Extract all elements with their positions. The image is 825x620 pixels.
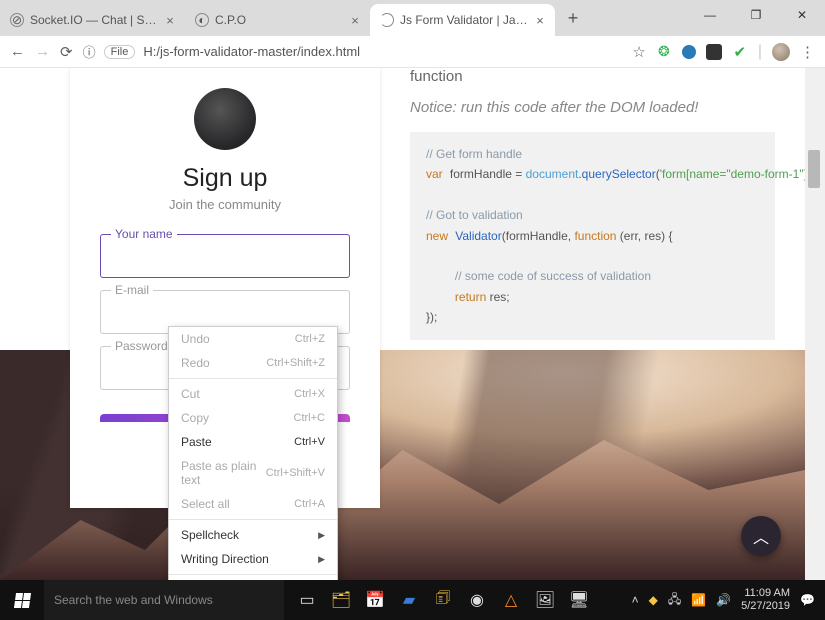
ctx-copy[interactable]: CopyCtrl+C (169, 406, 337, 430)
tab-socketio[interactable]: ⊘ Socket.IO — Chat | Socket.IO × (0, 4, 185, 36)
forward-button[interactable]: → (35, 43, 50, 60)
chevron-up-icon: ︿ (753, 524, 769, 548)
clock-time: 11:09 AM (741, 587, 790, 600)
tab-title: C.P.O (215, 13, 344, 27)
tray-security-icon[interactable]: ◆ (649, 593, 658, 607)
calendar-icon[interactable]: 📅 (360, 580, 390, 620)
page-viewport: function Notice: run this code after the… (0, 68, 805, 580)
block-icon: ⊘ (10, 13, 24, 27)
chrome-icon[interactable]: ◉ (462, 580, 492, 620)
address-bar: ← → ⟳ ⓘ File H:/js-form-validator-master… (0, 36, 825, 68)
chevron-right-icon: ▶ (318, 530, 325, 541)
ctx-separator (169, 519, 337, 520)
scrollbar-thumb[interactable] (808, 150, 820, 188)
ctx-paste-plain[interactable]: Paste as plain textCtrl+Shift+V (169, 454, 337, 492)
doc-panel: function Notice: run this code after the… (400, 68, 805, 340)
globe-icon: ◐ (195, 13, 209, 27)
start-button[interactable] (0, 580, 44, 620)
powershell-icon[interactable]: ▰ (394, 580, 424, 620)
ctx-separator (169, 378, 337, 379)
extension-icon[interactable]: ✔ (732, 44, 748, 60)
close-icon[interactable]: × (533, 13, 547, 27)
ctx-cut[interactable]: CutCtrl+X (169, 382, 337, 406)
windows-logo-icon (13, 593, 30, 608)
loading-spinner-icon (380, 13, 394, 27)
url-bar[interactable]: ⓘ File H:/js-form-validator-master/index… (83, 42, 623, 61)
close-icon[interactable]: × (348, 13, 362, 27)
close-icon[interactable]: × (163, 13, 177, 27)
info-icon[interactable]: ⓘ (83, 42, 96, 61)
context-menu: UndoCtrl+Z RedoCtrl+Shift+Z CutCtrl+X Co… (168, 326, 338, 580)
taskbar-apps: ▭ 🗂 📅 ▰ 🗊 ◉ △ 🖼 🖥 (292, 580, 594, 620)
scroll-to-top-button[interactable]: ︿ (741, 516, 781, 556)
system-tray: ˄ ◆ 🖧 📶 🔊 11:09 AM 5/27/2019 💬 (632, 580, 825, 620)
doc-notice: Notice: run this code after the DOM load… (410, 99, 775, 116)
tab-cpo[interactable]: ◐ C.P.O × (185, 4, 370, 36)
ctx-writing-direction[interactable]: Writing Direction▶ (169, 547, 337, 571)
vlc-icon[interactable]: △ (496, 580, 526, 620)
doc-line: function (410, 68, 775, 85)
tray-network-icon[interactable]: 🖧 (668, 590, 681, 611)
code-block: // Get form handle var formHandle = docu… (410, 132, 775, 340)
browser-title-bar: ⊘ Socket.IO — Chat | Socket.IO × ◐ C.P.O… (0, 0, 825, 36)
extension-icon[interactable] (682, 45, 696, 59)
avatar-placeholder (194, 88, 256, 150)
ctx-select-all[interactable]: Select allCtrl+A (169, 492, 337, 516)
ctx-separator (169, 574, 337, 575)
url-text: H:/js-form-validator-master/index.html (143, 44, 360, 59)
ctx-spellcheck[interactable]: Spellcheck▶ (169, 523, 337, 547)
tray-wifi-icon[interactable]: 📶 (691, 593, 706, 607)
window-minimize-button[interactable]: — (687, 0, 733, 30)
windows-taskbar: Search the web and Windows ▭ 🗂 📅 ▰ 🗊 ◉ △… (0, 580, 825, 620)
ctx-paste[interactable]: PasteCtrl+V (169, 430, 337, 454)
signup-heading: Sign up (100, 164, 350, 193)
extension-icon[interactable]: ❂ (656, 44, 672, 60)
taskbar-app-icon[interactable]: 🖥 (564, 580, 594, 620)
reload-button[interactable]: ⟳ (60, 43, 73, 61)
window-close-button[interactable]: ✕ (779, 0, 825, 30)
window-controls: — ❐ ✕ (687, 0, 825, 30)
profile-avatar[interactable] (772, 43, 790, 61)
ctx-undo[interactable]: UndoCtrl+Z (169, 327, 337, 351)
ctx-redo[interactable]: RedoCtrl+Shift+Z (169, 351, 337, 375)
extension-icon[interactable] (706, 44, 722, 60)
name-input[interactable] (101, 235, 349, 277)
tab-js-form-validator[interactable]: Js Form Validator | Javascript vali × (370, 4, 555, 36)
task-view-icon[interactable]: ▭ (292, 580, 322, 620)
url-scheme-chip: File (104, 45, 136, 59)
tab-title: Js Form Validator | Javascript vali (400, 13, 529, 27)
search-placeholder: Search the web and Windows (54, 593, 213, 607)
sticky-notes-icon[interactable]: 🗊 (428, 580, 458, 620)
chevron-right-icon: ▶ (318, 554, 325, 565)
menu-button[interactable]: ⋮ (800, 43, 815, 61)
tab-title: Socket.IO — Chat | Socket.IO (30, 13, 159, 27)
file-explorer-icon[interactable]: 🗂 (326, 580, 356, 620)
window-maximize-button[interactable]: ❐ (733, 0, 779, 30)
email-label: E-mail (111, 283, 153, 297)
signup-subtitle: Join the community (100, 197, 350, 212)
taskbar-app-icon[interactable]: 🖼 (530, 580, 560, 620)
name-field-wrapper: Your name (100, 234, 350, 278)
clock-date: 5/27/2019 (741, 600, 790, 613)
password-label: Password (111, 339, 172, 353)
taskbar-search[interactable]: Search the web and Windows (44, 580, 284, 620)
new-tab-button[interactable]: + (559, 4, 587, 32)
back-button[interactable]: ← (10, 43, 25, 60)
star-icon[interactable]: ☆ (632, 43, 645, 61)
tray-overflow-icon[interactable]: ˄ (632, 593, 639, 607)
vertical-scrollbar[interactable] (805, 68, 825, 580)
taskbar-clock[interactable]: 11:09 AM 5/27/2019 (741, 587, 790, 613)
tray-volume-icon[interactable]: 🔊 (716, 593, 731, 607)
name-label: Your name (111, 227, 177, 241)
action-center-icon[interactable]: 💬 (800, 593, 815, 607)
